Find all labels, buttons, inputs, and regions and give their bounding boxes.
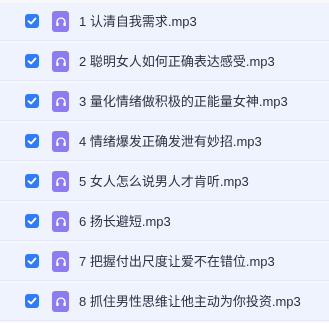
headphones-icon: [52, 171, 69, 192]
checkbox-checked[interactable]: [25, 134, 39, 148]
file-row[interactable]: 4 情绪爆发正确发泄有妙招.mp3: [0, 123, 329, 161]
file-list: 1 认清自我需求.mp3 2 聪明女人如何正确表达感受.mp3 3 量化情绪做积…: [0, 0, 329, 323]
checkbox-checked[interactable]: [25, 54, 39, 68]
headphones-icon: [52, 11, 69, 32]
checkbox-checked[interactable]: [25, 214, 39, 228]
file-name: 4 情绪爆发正确发泄有妙招.mp3: [79, 134, 262, 149]
headphones-icon: [52, 91, 69, 112]
headphones-icon: [52, 51, 69, 72]
checkbox-checked[interactable]: [25, 14, 39, 28]
checkbox-checked[interactable]: [25, 254, 39, 268]
file-name: 6 扬长避短.mp3: [79, 214, 171, 229]
file-name: 8 抓住男性思维让他主动为你投资.mp3: [79, 294, 301, 309]
file-row[interactable]: 5 女人怎么说男人才肯听.mp3: [0, 163, 329, 201]
headphones-icon: [52, 251, 69, 272]
file-name: 3 量化情绪做积极的正能量女神.mp3: [79, 94, 288, 109]
file-name: 5 女人怎么说男人才肯听.mp3: [79, 174, 249, 189]
file-row[interactable]: 8 抓住男性思维让他主动为你投资.mp3: [0, 283, 329, 321]
file-row[interactable]: 2 聪明女人如何正确表达感受.mp3: [0, 43, 329, 81]
checkbox-checked[interactable]: [25, 174, 39, 188]
file-name: 2 聪明女人如何正确表达感受.mp3: [79, 54, 275, 69]
file-row[interactable]: 1 认清自我需求.mp3: [0, 3, 329, 41]
file-row[interactable]: 6 扬长避短.mp3: [0, 203, 329, 241]
checkbox-checked[interactable]: [25, 94, 39, 108]
file-name: 1 认清自我需求.mp3: [79, 14, 197, 29]
file-row[interactable]: 7 把握付出尺度让爱不在错位.mp3: [0, 243, 329, 281]
headphones-icon: [52, 291, 69, 312]
file-name: 7 把握付出尺度让爱不在错位.mp3: [79, 254, 275, 269]
checkbox-checked[interactable]: [25, 294, 39, 308]
headphones-icon: [52, 211, 69, 232]
file-row[interactable]: 3 量化情绪做积极的正能量女神.mp3: [0, 83, 329, 121]
headphones-icon: [52, 131, 69, 152]
